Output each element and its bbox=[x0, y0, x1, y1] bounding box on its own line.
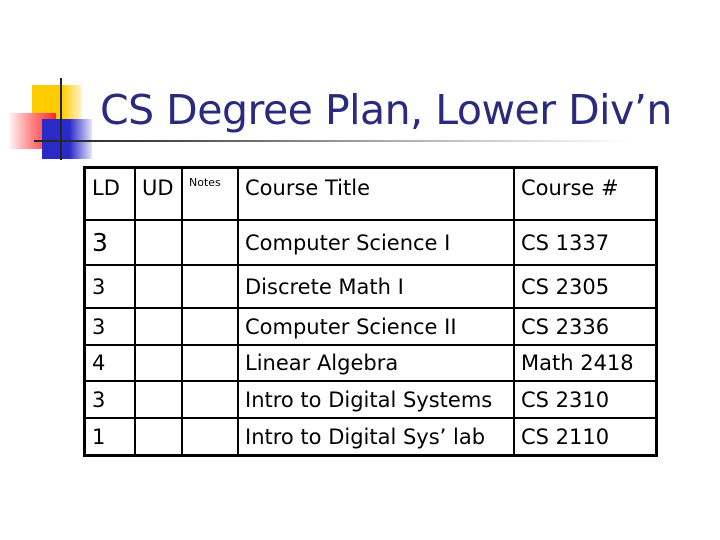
cell-course-number: Math 2418 bbox=[513, 344, 658, 382]
cell-ld: 3 bbox=[83, 219, 136, 266]
cell-ud bbox=[134, 380, 183, 419]
cell-notes bbox=[181, 380, 239, 419]
table-row: 3 Computer Science II CS 2336 bbox=[83, 307, 658, 346]
cell-notes bbox=[181, 307, 239, 346]
slide-title: CS Degree Plan, Lower Div’n bbox=[100, 86, 672, 134]
header-course-number: Course # bbox=[513, 166, 658, 221]
cell-course-title: Computer Science I bbox=[237, 219, 515, 266]
cell-ld: 3 bbox=[83, 307, 136, 346]
cell-ud bbox=[134, 307, 183, 346]
table-row: 3 Discrete Math I CS 2305 bbox=[83, 264, 658, 309]
blue-square-decoration bbox=[42, 119, 92, 159]
cell-ld: 3 bbox=[83, 264, 136, 309]
cell-course-number: CS 2305 bbox=[513, 264, 658, 309]
header-notes: Notes bbox=[181, 166, 239, 221]
cell-notes bbox=[181, 417, 239, 457]
cell-course-title: Intro to Digital Systems bbox=[237, 380, 515, 419]
cell-ud bbox=[134, 344, 183, 382]
header-ud: UD bbox=[134, 166, 183, 221]
cell-ud bbox=[134, 417, 183, 457]
cell-course-title: Discrete Math I bbox=[237, 264, 515, 309]
table-row: 4 Linear Algebra Math 2418 bbox=[83, 344, 658, 382]
cell-notes bbox=[181, 219, 239, 266]
vertical-rule-decoration bbox=[60, 78, 62, 160]
cell-course-number: CS 2110 bbox=[513, 417, 658, 457]
table-header-row: LD UD Notes Course Title Course # bbox=[83, 166, 658, 221]
cell-ld: 4 bbox=[83, 344, 136, 382]
cell-course-number: CS 1337 bbox=[513, 219, 658, 266]
header-ld: LD bbox=[83, 166, 136, 221]
cell-ud bbox=[134, 264, 183, 309]
table-row: 1 Intro to Digital Sys’ lab CS 2110 bbox=[83, 417, 658, 457]
cell-ld: 3 bbox=[83, 380, 136, 419]
cell-notes bbox=[181, 264, 239, 309]
degree-plan-table: LD UD Notes Course Title Course # 3 Comp… bbox=[83, 166, 658, 457]
cell-course-title: Linear Algebra bbox=[237, 344, 515, 382]
cell-course-number: CS 2336 bbox=[513, 307, 658, 346]
header-course-title: Course Title bbox=[237, 166, 515, 221]
cell-ud bbox=[134, 219, 183, 266]
cell-notes bbox=[181, 344, 239, 382]
cell-course-title: Computer Science II bbox=[237, 307, 515, 346]
cell-course-number: CS 2310 bbox=[513, 380, 658, 419]
cell-ld: 1 bbox=[83, 417, 136, 457]
title-underline-decoration bbox=[34, 140, 634, 142]
cell-course-title: Intro to Digital Sys’ lab bbox=[237, 417, 515, 457]
table-row: 3 Computer Science I CS 1337 bbox=[83, 219, 658, 266]
table-row: 3 Intro to Digital Systems CS 2310 bbox=[83, 380, 658, 419]
